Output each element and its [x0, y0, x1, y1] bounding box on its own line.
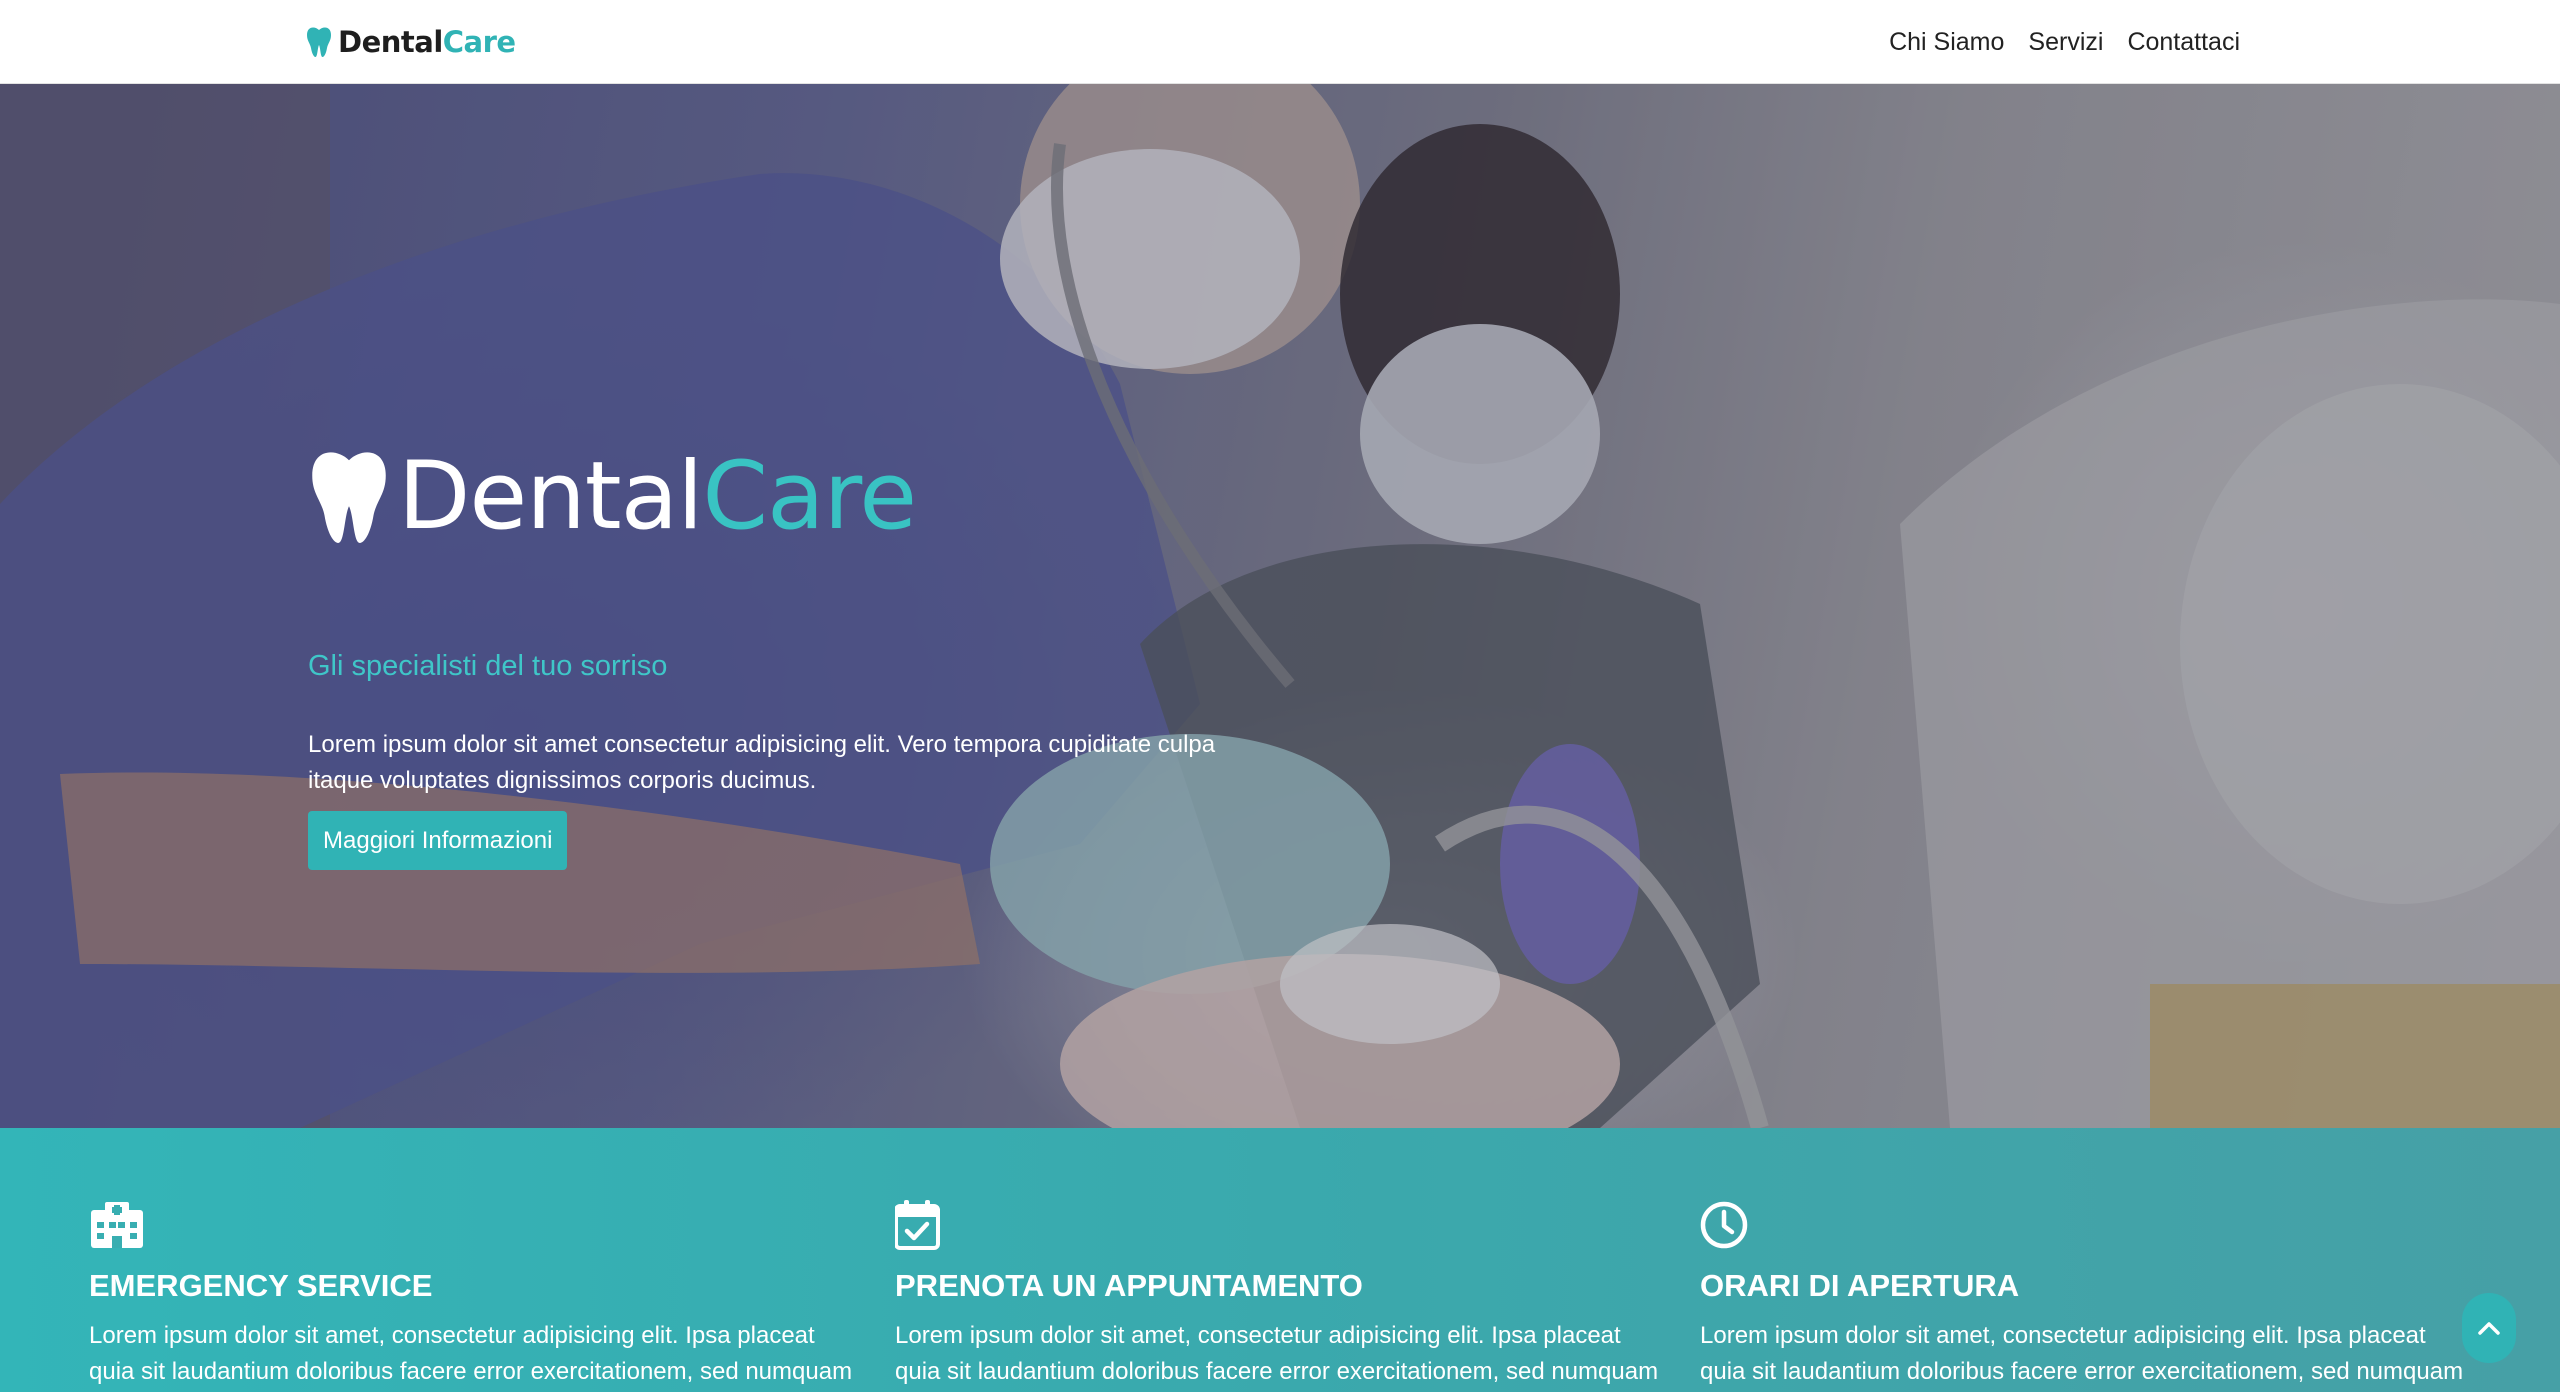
info-title-emergency: EMERGENCY SERVICE: [89, 1268, 433, 1303]
clock-icon: [1700, 1201, 1748, 1249]
brand-name: DentalCare: [338, 25, 516, 59]
info-title-appointment: PRENOTA UN APPUNTAMENTO: [895, 1268, 1363, 1303]
tooth-icon: [312, 452, 386, 543]
info-title-opening-hours: ORARI DI APERTURA: [1700, 1268, 2020, 1303]
nav-link-servizi[interactable]: Servizi: [2028, 28, 2103, 57]
hero-description: Lorem ipsum dolor sit amet consectetur a…: [308, 731, 1216, 794]
chevron-up-icon: [2478, 1322, 2500, 1335]
more-info-button[interactable]: Maggiori Informazioni: [308, 811, 568, 870]
brand-name-part2: Care: [442, 25, 516, 59]
hero-overlay: [0, 84, 2560, 1128]
hero-logo-part1: Dental: [398, 442, 703, 551]
navbar: DentalCare Chi Siamo Servizi Contattaci: [0, 0, 2560, 84]
hero-section: DentalCare Gli specialisti del tuo sorri…: [0, 84, 2560, 1128]
info-text-emergency: Lorem ipsum dolor sit amet, consectetur …: [89, 1322, 853, 1385]
hero-logo-part2: Care: [702, 442, 917, 551]
hero-logo-text: DentalCare: [398, 450, 917, 544]
tooth-icon: [307, 27, 331, 57]
nav-link-contattaci[interactable]: Contattaci: [2127, 28, 2240, 57]
info-band: EMERGENCY SERVICE Lorem ipsum dolor sit …: [0, 1128, 2560, 1392]
brand-logo-link[interactable]: DentalCare: [306, 20, 516, 64]
back-to-top-button[interactable]: [2462, 1293, 2516, 1363]
info-text-opening-hours: Lorem ipsum dolor sit amet, consectetur …: [1700, 1322, 2464, 1385]
hero-tagline: Gli specialisti del tuo sorriso: [308, 650, 668, 682]
brand-name-part1: Dental: [338, 25, 443, 59]
hospital-icon: [91, 1202, 143, 1248]
calendar-check-icon: [895, 1200, 940, 1250]
nav-link-chi-siamo[interactable]: Chi Siamo: [1889, 28, 2004, 57]
hero-logo: DentalCare: [306, 442, 917, 552]
info-text-appointment: Lorem ipsum dolor sit amet, consectetur …: [895, 1322, 1659, 1385]
nav-links: Chi Siamo Servizi Contattaci: [1889, 22, 2240, 62]
